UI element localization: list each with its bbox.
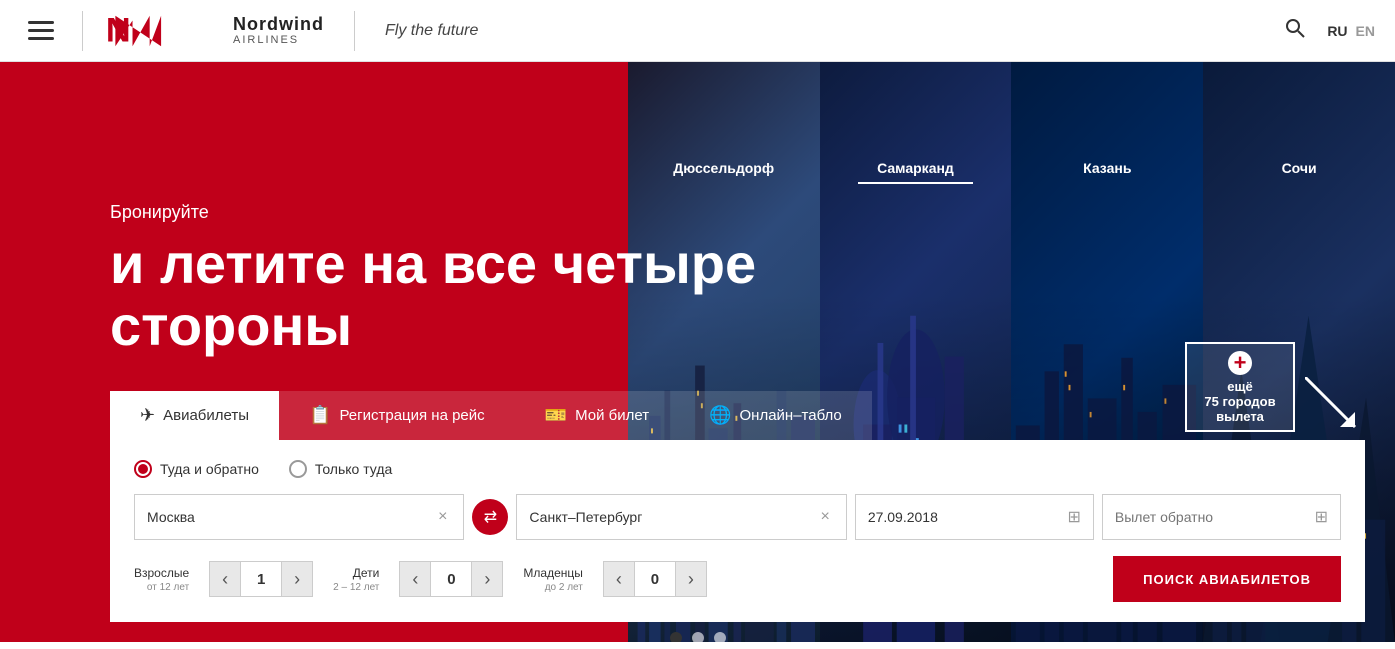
adults-label: Взрослые [134,566,189,580]
return-date-input[interactable] [1115,509,1315,525]
round-trip-option[interactable]: Туда и обратно [134,460,259,478]
myticket-icon: 🎫 [545,405,567,426]
lang-ru[interactable]: RU [1327,23,1347,39]
booking-panel: ✈ Авиабилеты 📋 Регистрация на рейс 🎫 Мой… [110,391,1365,622]
tab-myticket-label: Мой билет [575,407,649,424]
hero-subtitle: Бронируйте [110,202,810,223]
children-decrement[interactable]: ‹ [399,561,431,597]
date-input[interactable] [868,509,1068,525]
children-label: Дети [353,566,380,580]
tab-departures-label: Онлайн–табло [740,407,842,424]
header-right: RU EN [1279,12,1375,49]
svg-text:N: N [106,11,131,49]
trip-type-row: Туда и обратно Только туда [134,460,1341,478]
return-date-field[interactable]: ⊞ [1102,494,1341,540]
infants-sublabel: до 2 лет [545,582,583,593]
hero-title: и летите на все четыре стороны [110,233,810,356]
header: N Nordwind Airlines Fly the future RU EN [0,0,1395,62]
children-sublabel: 2 – 12 лет [333,582,379,593]
lang-switcher: RU EN [1327,23,1375,39]
header-divider-1 [82,11,83,51]
date-calendar-icon: ⊞ [1068,507,1081,527]
adults-group: Взрослые от 12 лет [134,566,189,593]
infants-increment[interactable]: › [675,561,707,597]
from-clear-button[interactable]: × [434,506,451,528]
children-group: Дети 2 – 12 лет [333,566,379,593]
flights-icon: ✈ [140,405,155,426]
return-calendar-icon: ⊞ [1315,507,1328,527]
search-flights-button[interactable]: ПОИСК АВИАБИЛЕТОВ [1113,556,1341,602]
to-clear-button[interactable]: × [816,506,833,528]
city-tab-kazan[interactable]: Казань [1011,152,1203,184]
adults-increment[interactable]: › [281,561,313,597]
search-icon [1285,18,1305,38]
hero-section: Дюссельдорф Самарканд Казань Сочи Бронир… [0,62,1395,642]
tab-departures[interactable]: 🌐 Онлайн–табло [679,391,872,440]
city-tab-dusseldorf[interactable]: Дюссельдорф [628,152,820,184]
infants-decrement[interactable]: ‹ [603,561,635,597]
dot-1[interactable] [670,632,682,642]
tab-myticket[interactable]: 🎫 Мой билет [515,391,679,440]
to-input[interactable] [529,509,816,525]
search-button[interactable] [1279,12,1311,49]
from-field[interactable]: × [134,494,464,540]
one-way-option[interactable]: Только туда [289,460,392,478]
departures-icon: 🌐 [709,405,731,426]
swap-route-button[interactable]: ⇄ [472,499,508,535]
header-divider-2 [354,11,355,51]
booking-tabs: ✈ Авиабилеты 📋 Регистрация на рейс 🎫 Мой… [110,391,1365,440]
logo-sub: Airlines [233,34,324,46]
menu-button[interactable] [20,13,62,48]
tab-flights-label: Авиабилеты [163,407,249,424]
children-stepper: ‹ 0 › [399,561,503,597]
route-inputs-row: × ⇄ × ⊞ ⊞ [134,494,1341,540]
adults-sublabel: от 12 лет [147,582,189,593]
from-input[interactable] [147,509,434,525]
city-names-row: Дюссельдорф Самарканд Казань Сочи [628,152,1395,184]
adults-decrement[interactable]: ‹ [209,561,241,597]
carousel-dots [670,632,726,642]
one-way-radio[interactable] [289,460,307,478]
more-cities-plus-icon: + [1228,351,1252,375]
tab-flights[interactable]: ✈ Авиабилеты [110,391,279,440]
dot-2[interactable] [692,632,704,642]
infants-label: Младенцы [523,566,582,580]
to-field[interactable]: × [516,494,846,540]
adults-stepper: ‹ 1 › [209,561,313,597]
hero-content: Бронируйте и летите на все четыре сторон… [110,202,810,356]
tab-checkin-label: Регистрация на рейс [339,407,484,424]
passengers-row: Взрослые от 12 лет ‹ 1 › Дети 2 – 12 лет… [134,556,1341,602]
infants-stepper: ‹ 0 › [603,561,707,597]
tab-checkin[interactable]: 📋 Регистрация на рейс [279,391,515,440]
header-tagline: Fly the future [385,22,1259,40]
logo-brand: Nordwind [233,15,324,35]
dot-3[interactable] [714,632,726,642]
children-increment[interactable]: › [471,561,503,597]
logo-text: Nordwind Airlines [233,15,324,47]
infants-group: Младенцы до 2 лет [523,566,582,593]
one-way-label: Только туда [315,461,392,477]
lang-en[interactable]: EN [1356,23,1375,39]
checkin-icon: 📋 [309,405,331,426]
logo[interactable]: N Nordwind Airlines [103,11,324,51]
infants-value: 0 [635,561,675,597]
city-tab-samarkand[interactable]: Самарканд [820,152,1012,184]
booking-form: Туда и обратно Только туда × ⇄ × [110,440,1365,622]
city-tab-sochi[interactable]: Сочи [1203,152,1395,184]
round-trip-radio[interactable] [134,460,152,478]
round-trip-label: Туда и обратно [160,461,259,477]
children-value: 0 [431,561,471,597]
logo-icon: N [103,11,223,51]
date-field[interactable]: ⊞ [855,494,1094,540]
adults-value: 1 [241,561,281,597]
